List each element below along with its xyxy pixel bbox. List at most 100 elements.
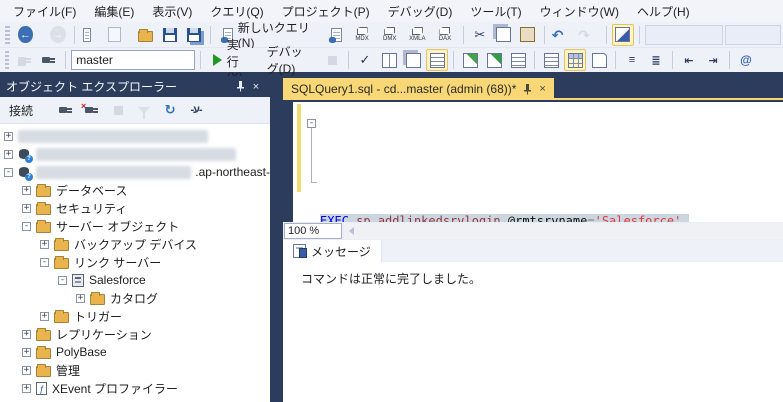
expander-icon[interactable]: +	[22, 365, 31, 375]
tree-item-catalogs[interactable]: + カタログ	[0, 289, 270, 307]
results-to-grid-button[interactable]	[564, 49, 586, 71]
expander-icon[interactable]: +	[22, 329, 31, 339]
expander-icon[interactable]: +	[76, 293, 85, 303]
execute-button[interactable]: 実行(X)	[206, 38, 258, 84]
change-connection-button[interactable]	[38, 49, 60, 71]
connect-server-button[interactable]	[55, 99, 77, 121]
navigate-forward-button[interactable]: →	[47, 24, 69, 46]
close-tab-icon[interactable]: ×	[539, 83, 545, 95]
query-options-button[interactable]	[402, 49, 424, 71]
fold-collapse-icon[interactable]: -	[307, 119, 316, 128]
tree-item-triggers[interactable]: + トリガー	[0, 307, 270, 325]
tree-item-server-expanded[interactable]: - ? .ap-northeast-	[0, 163, 270, 181]
database-combobox[interactable]: master	[71, 50, 195, 70]
tree-item-management[interactable]: + 管理	[0, 361, 270, 379]
pin-icon[interactable]	[523, 83, 532, 95]
new-dax-query-button[interactable]: DAX	[432, 24, 458, 46]
messages-tab[interactable]: メッセージ	[283, 240, 382, 262]
toolbar-grip[interactable]	[5, 25, 11, 44]
connect-dropdown-button[interactable]: 接続	[5, 99, 51, 121]
copy-icon	[496, 27, 512, 42]
toolbar-grip[interactable]	[5, 51, 10, 69]
close-panel-button[interactable]: ×	[248, 79, 264, 94]
save-button[interactable]	[159, 24, 181, 46]
tree-item-server-objects[interactable]: - サーバー オブジェクト	[0, 217, 270, 235]
display-estimated-plan-button[interactable]	[378, 49, 400, 71]
expander-icon[interactable]: +	[22, 203, 31, 213]
tree-item-polybase[interactable]: + PolyBase	[0, 343, 270, 361]
intellisense-enabled-button[interactable]	[426, 49, 448, 71]
expander-icon[interactable]: -	[40, 257, 49, 267]
auto-hide-pin-button[interactable]	[232, 79, 248, 94]
connect-query-button[interactable]	[14, 49, 36, 71]
live-query-statistics-button[interactable]	[483, 49, 505, 71]
stop-button[interactable]	[107, 99, 129, 121]
refresh-button[interactable]: ↻	[159, 99, 181, 121]
menu-tools[interactable]: ツール(T)	[461, 0, 530, 23]
tree-item-security[interactable]: + セキュリティ	[0, 199, 270, 217]
object-explorer-titlebar[interactable]: オブジェクト エクスプローラー ×	[0, 76, 270, 97]
paste-button[interactable]	[517, 24, 539, 46]
menu-debug[interactable]: デバッグ(D)	[379, 0, 462, 23]
filter-button[interactable]	[133, 99, 155, 121]
open-file-button[interactable]	[135, 24, 157, 46]
parse-button[interactable]: ✓	[354, 49, 376, 71]
activity-monitor-button[interactable]: -ע-	[185, 99, 207, 121]
toolbar-overflow-button[interactable]	[759, 49, 781, 71]
expander-icon[interactable]: +	[22, 347, 31, 357]
tree-item-server-1[interactable]: +	[0, 127, 270, 145]
tree-item-xevent-profiler[interactable]: + ƒ XEvent プロファイラー	[0, 379, 270, 397]
expander-icon[interactable]: -	[58, 275, 67, 285]
tree-item-replication[interactable]: + レプリケーション	[0, 325, 270, 343]
navigate-back-button[interactable]: ←	[15, 24, 44, 46]
menu-file[interactable]: ファイル(F)	[4, 0, 85, 23]
undo-button[interactable]: ↶	[550, 24, 575, 46]
tree-item-backup-devices[interactable]: + バックアップ デバイス	[0, 235, 270, 253]
menu-edit[interactable]: 編集(E)	[85, 0, 143, 23]
zoom-level-combobox[interactable]: 100 %	[284, 223, 342, 239]
disconnect-server-button[interactable]: ×	[81, 99, 103, 121]
menu-help[interactable]: ヘルプ(H)	[628, 0, 699, 23]
new-item-button[interactable]	[80, 24, 104, 46]
add-item-button[interactable]	[105, 24, 132, 46]
uncomment-button[interactable]: ≣	[645, 49, 667, 71]
results-to-file-button[interactable]	[588, 49, 610, 71]
client-statistics-button[interactable]	[507, 49, 529, 71]
expander-icon[interactable]: +	[4, 149, 13, 159]
tree-item-server-2[interactable]: + ?	[0, 145, 270, 163]
new-dmx-query-button[interactable]: DMX	[377, 24, 403, 46]
expander-icon[interactable]: -	[22, 221, 31, 231]
expander-icon[interactable]: +	[4, 131, 13, 141]
expander-icon[interactable]: +	[22, 383, 31, 393]
sql-editor[interactable]: - EXEC sp_addlinkedsrvlogin @rmtsrvname=…	[283, 102, 783, 396]
horizontal-scrollbar[interactable]	[344, 223, 783, 239]
tree-item-databases[interactable]: + データベース	[0, 181, 270, 199]
copy-button[interactable]	[493, 24, 515, 46]
new-current-connection-query-button[interactable]	[325, 24, 347, 46]
comment-out-button[interactable]: ≡	[621, 49, 643, 71]
expander-icon[interactable]: +	[22, 185, 31, 195]
window-position-button[interactable]	[216, 79, 232, 94]
menu-view[interactable]: 表示(V)	[143, 0, 201, 23]
scroll-left-icon[interactable]	[349, 227, 354, 235]
increase-indent-button[interactable]: ⇥	[702, 49, 724, 71]
tree-item-linked-servers[interactable]: - リンク サーバー	[0, 253, 270, 271]
selector-tool-button[interactable]	[611, 23, 634, 46]
template-parameters-button[interactable]: @	[735, 49, 757, 71]
redo-button[interactable]: ↷	[576, 24, 601, 46]
results-to-text-button[interactable]	[540, 49, 562, 71]
debug-button[interactable]: デバッグ(D)	[260, 45, 319, 76]
cut-button[interactable]: ✂	[469, 24, 491, 46]
expander-icon[interactable]: +	[40, 311, 49, 321]
new-xmla-query-button[interactable]: XMLA	[405, 24, 431, 46]
new-mdx-query-button[interactable]: MDX	[349, 24, 375, 46]
tree-item-salesforce[interactable]: - Salesforce	[0, 271, 270, 289]
decrease-indent-button[interactable]: ⇤	[678, 49, 700, 71]
query-document-tab[interactable]: SQLQuery1.sql - cd...master (admin (68))…	[283, 78, 554, 100]
save-all-button[interactable]	[183, 24, 205, 46]
expander-icon[interactable]: -	[4, 167, 13, 177]
expander-icon[interactable]: +	[40, 239, 49, 249]
cancel-query-button[interactable]	[321, 49, 343, 71]
menu-window[interactable]: ウィンドウ(W)	[531, 0, 628, 23]
include-actual-plan-button[interactable]	[459, 49, 481, 71]
